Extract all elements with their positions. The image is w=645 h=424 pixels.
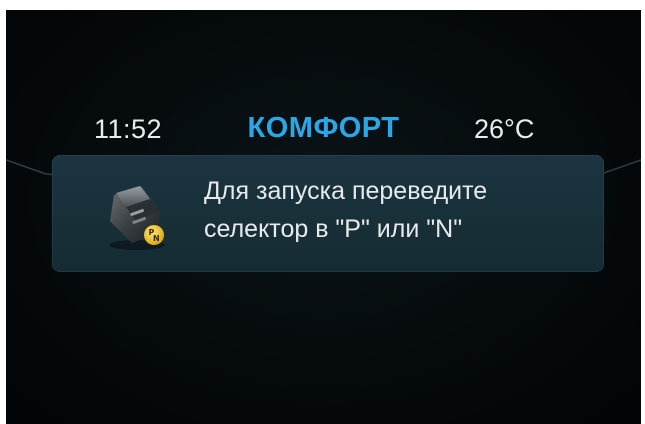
notification-message-line-2: селектор в "P" или "N": [204, 215, 463, 243]
drive-mode-label: КОМФОРТ: [247, 112, 400, 144]
gear-selector-pn-icon: P N: [109, 186, 165, 250]
dashboard-screen: 11:52 КОМФОРТ 26°C P N Для запуска перев…: [6, 10, 641, 424]
start-warning-notification: P N Для запуска переведите селектор в "P…: [52, 155, 604, 272]
notification-message-line-1: Для запуска переведите: [204, 177, 488, 205]
status-bar: 11:52 КОМФОРТ 26°C: [6, 112, 641, 158]
outside-temperature: 26°C: [474, 114, 535, 144]
svg-text:N: N: [153, 234, 160, 243]
